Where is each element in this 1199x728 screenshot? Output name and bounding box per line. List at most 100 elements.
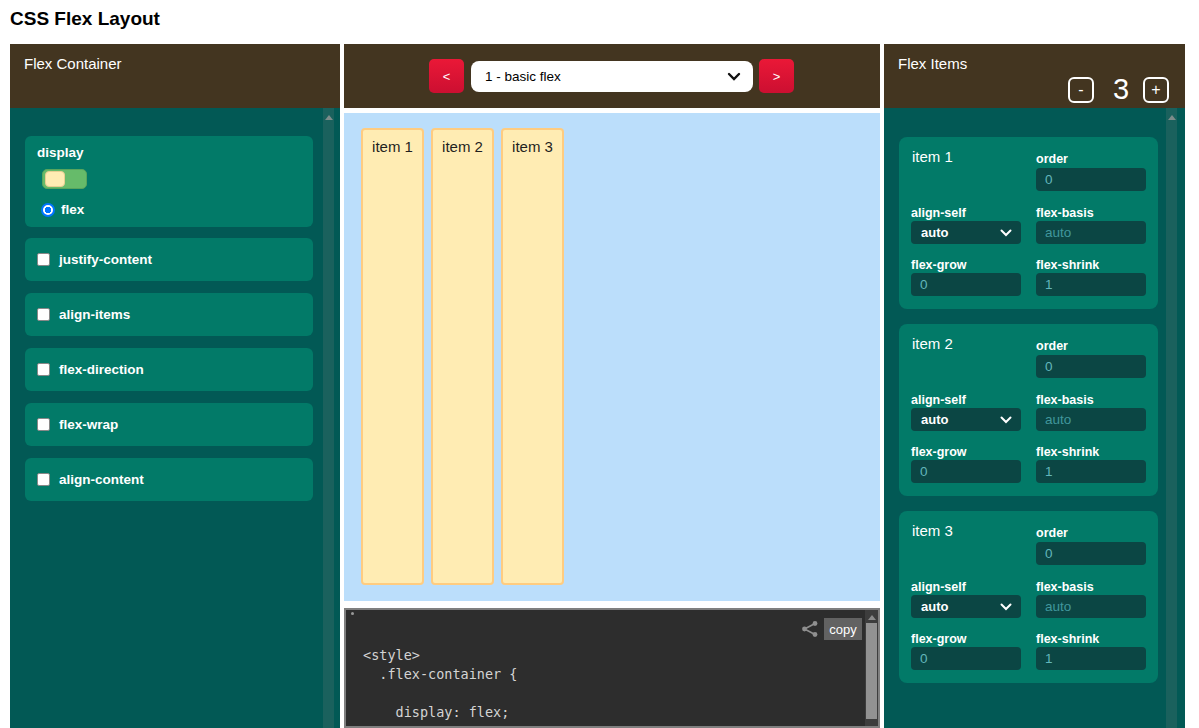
flex-radio[interactable] bbox=[41, 203, 55, 217]
flex-grow-label: flex-grow bbox=[911, 258, 967, 272]
code-line bbox=[363, 684, 517, 703]
scroll-up-icon[interactable] bbox=[325, 115, 333, 120]
preset-header: < 1 - basic flex > bbox=[344, 44, 880, 108]
flex-basis-label: flex-basis bbox=[1036, 393, 1094, 407]
flex-preview-container: item 1 item 2 item 3 bbox=[344, 113, 880, 601]
align-items-label: align-items bbox=[59, 307, 130, 322]
align-self-label: align-self bbox=[911, 393, 966, 407]
flex-direction-label: flex-direction bbox=[59, 362, 144, 377]
code-panel: <style> .flex-container { display: flex;… bbox=[344, 608, 880, 728]
item-card-title: item 2 bbox=[912, 335, 953, 352]
align-self-value: auto bbox=[921, 599, 948, 614]
code-dot bbox=[351, 612, 354, 615]
flex-basis-input[interactable] bbox=[1036, 221, 1146, 244]
flex-items-panel-title: Flex Items bbox=[898, 55, 967, 72]
align-items-checkbox[interactable] bbox=[37, 308, 50, 321]
align-content-label: align-content bbox=[59, 472, 144, 487]
align-self-select[interactable]: auto bbox=[911, 595, 1021, 618]
code-line: display: flex; bbox=[363, 703, 517, 722]
flex-grow-input[interactable] bbox=[911, 647, 1021, 670]
option-align-items[interactable]: align-items bbox=[25, 293, 313, 336]
flex-basis-input[interactable] bbox=[1036, 408, 1146, 431]
order-label: order bbox=[1036, 339, 1068, 353]
left-panel-scrollbar[interactable] bbox=[323, 108, 334, 728]
align-self-label: align-self bbox=[911, 206, 966, 220]
align-content-checkbox[interactable] bbox=[37, 473, 50, 486]
align-self-value: auto bbox=[921, 225, 948, 240]
order-input[interactable] bbox=[1036, 542, 1146, 565]
scroll-up-icon[interactable] bbox=[868, 615, 876, 620]
chevron-down-icon bbox=[1000, 229, 1012, 237]
flex-radio-row: flex bbox=[41, 202, 84, 217]
flex-grow-label: flex-grow bbox=[911, 445, 967, 459]
option-align-content[interactable]: align-content bbox=[25, 458, 313, 501]
flex-items-panel: Flex Items - 3 + item 1 order align-self… bbox=[884, 44, 1185, 728]
flex-shrink-label: flex-shrink bbox=[1036, 445, 1099, 459]
code-scrollbar-thumb[interactable] bbox=[866, 623, 877, 719]
flex-container-panel-header: Flex Container bbox=[10, 44, 340, 108]
item-count: 3 bbox=[1106, 73, 1136, 106]
flex-container-panel-title: Flex Container bbox=[24, 55, 122, 72]
toggle-knob-icon bbox=[45, 171, 65, 187]
order-label: order bbox=[1036, 526, 1068, 540]
share-icon[interactable] bbox=[801, 620, 819, 638]
add-item-button[interactable]: + bbox=[1143, 77, 1169, 103]
align-self-value: auto bbox=[921, 412, 948, 427]
next-preset-button[interactable]: > bbox=[759, 59, 794, 93]
code-line: <style> bbox=[363, 646, 517, 665]
item-1-card: item 1 order align-self auto flex-basis … bbox=[899, 137, 1158, 309]
scroll-up-icon[interactable] bbox=[1168, 115, 1176, 120]
prev-preset-button[interactable]: < bbox=[429, 59, 464, 93]
flex-wrap-checkbox[interactable] bbox=[37, 418, 50, 431]
flex-basis-input[interactable] bbox=[1036, 595, 1146, 618]
order-input[interactable] bbox=[1036, 168, 1146, 191]
flex-wrap-label: flex-wrap bbox=[59, 417, 118, 432]
flex-shrink-input[interactable] bbox=[1036, 273, 1146, 296]
flex-shrink-input[interactable] bbox=[1036, 460, 1146, 483]
chevron-down-icon bbox=[727, 72, 741, 81]
flex-radio-label: flex bbox=[61, 202, 84, 217]
order-input[interactable] bbox=[1036, 355, 1146, 378]
flex-grow-label: flex-grow bbox=[911, 632, 967, 646]
flex-items-panel-header: Flex Items - 3 + bbox=[884, 44, 1185, 108]
display-card: display flex bbox=[25, 136, 313, 227]
display-toggle[interactable] bbox=[42, 169, 87, 189]
justify-content-label: justify-content bbox=[59, 252, 152, 267]
item-3-card: item 3 order align-self auto flex-basis … bbox=[899, 511, 1158, 683]
flex-item-2: item 2 bbox=[431, 128, 494, 585]
chevron-down-icon bbox=[1000, 603, 1012, 611]
flex-grow-input[interactable] bbox=[911, 460, 1021, 483]
flex-grow-input[interactable] bbox=[911, 273, 1021, 296]
flex-item-3: item 3 bbox=[501, 128, 564, 585]
flex-shrink-label: flex-shrink bbox=[1036, 258, 1099, 272]
copy-button[interactable]: copy bbox=[824, 618, 862, 640]
flex-basis-label: flex-basis bbox=[1036, 206, 1094, 220]
align-self-label: align-self bbox=[911, 580, 966, 594]
preset-select[interactable]: 1 - basic flex bbox=[471, 61, 753, 92]
order-label: order bbox=[1036, 152, 1068, 166]
justify-content-checkbox[interactable] bbox=[37, 253, 50, 266]
flex-container-panel: Flex Container display flex justify-cont… bbox=[10, 44, 340, 728]
flex-direction-checkbox[interactable] bbox=[37, 363, 50, 376]
flex-basis-label: flex-basis bbox=[1036, 580, 1094, 594]
item-card-title: item 1 bbox=[912, 148, 953, 165]
item-2-card: item 2 order align-self auto flex-basis … bbox=[899, 324, 1158, 496]
flex-item-1: item 1 bbox=[361, 128, 424, 585]
code-line: .flex-container { bbox=[363, 665, 517, 684]
item-card-title: item 3 bbox=[912, 522, 953, 539]
remove-item-button[interactable]: - bbox=[1068, 77, 1094, 103]
code-scrollbar[interactable] bbox=[865, 610, 878, 726]
flex-shrink-input[interactable] bbox=[1036, 647, 1146, 670]
align-self-select[interactable]: auto bbox=[911, 408, 1021, 431]
preset-select-value: 1 - basic flex bbox=[485, 69, 561, 84]
flex-shrink-label: flex-shrink bbox=[1036, 632, 1099, 646]
code-block: <style> .flex-container { display: flex; bbox=[363, 646, 517, 722]
chevron-down-icon bbox=[1000, 416, 1012, 424]
display-label: display bbox=[37, 145, 84, 160]
page-title: CSS Flex Layout bbox=[10, 8, 160, 30]
option-flex-direction[interactable]: flex-direction bbox=[25, 348, 313, 391]
right-panel-scrollbar[interactable] bbox=[1166, 108, 1177, 728]
align-self-select[interactable]: auto bbox=[911, 221, 1021, 244]
option-flex-wrap[interactable]: flex-wrap bbox=[25, 403, 313, 446]
option-justify-content[interactable]: justify-content bbox=[25, 238, 313, 281]
